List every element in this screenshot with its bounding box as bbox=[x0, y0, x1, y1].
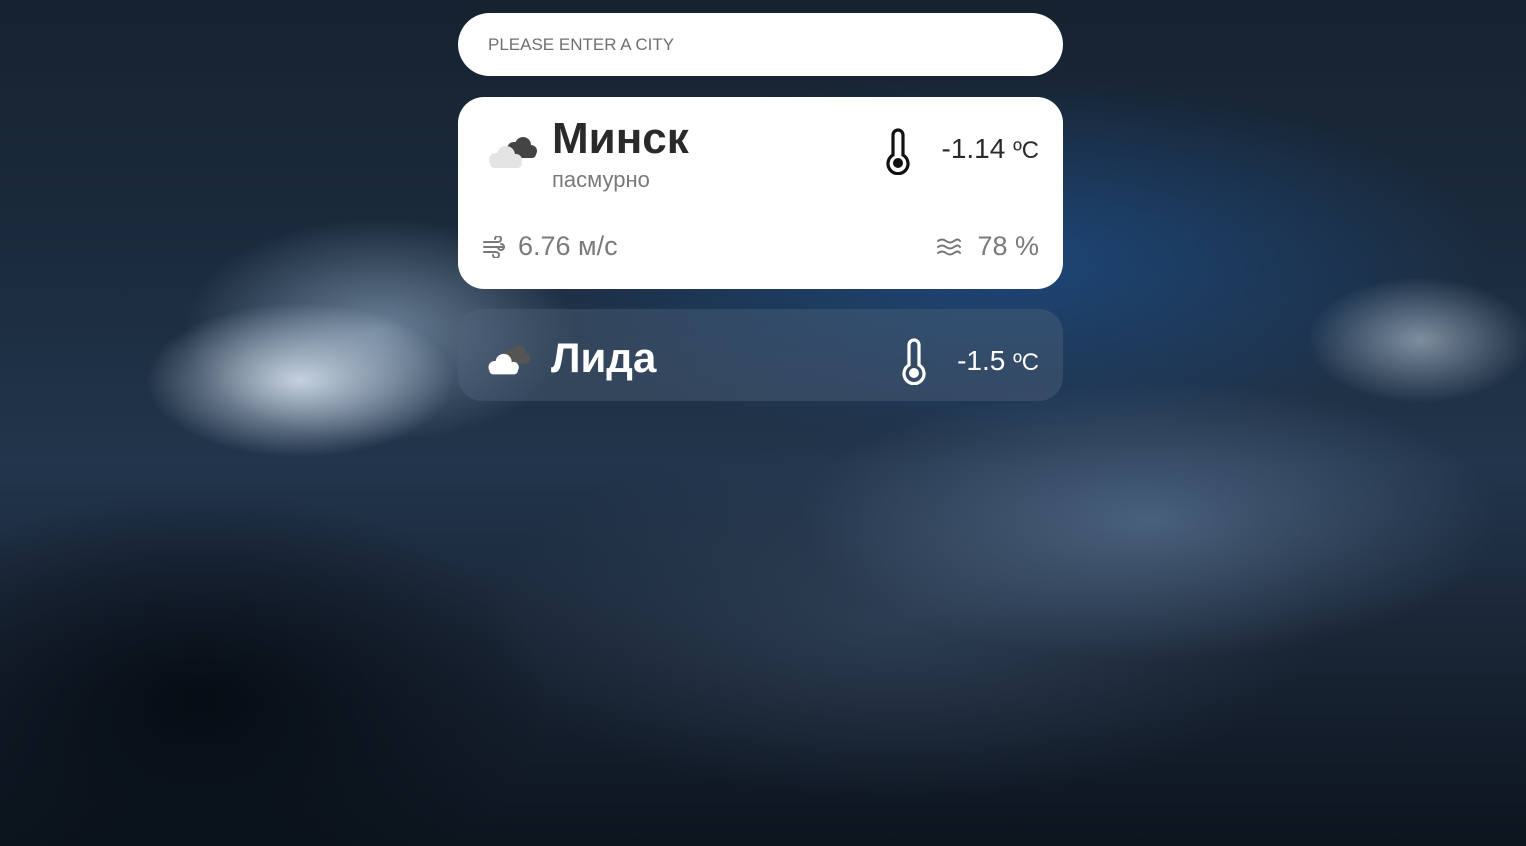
temperature: -1.5 ºC bbox=[957, 345, 1039, 376]
weather-description: пасмурно bbox=[552, 167, 650, 192]
city-name: Минск bbox=[552, 114, 689, 163]
weather-card[interactable]: Лида -1.5 ºC bbox=[458, 309, 1063, 401]
thermometer-icon bbox=[902, 338, 926, 385]
weather-app: Минск пасмурно -1.14 ºC 6.76 м/с 78 % bbox=[458, 13, 1063, 401]
city-search-input[interactable] bbox=[458, 13, 1063, 76]
wind-speed: 6.76 м/с bbox=[518, 231, 618, 261]
city-name: Лида bbox=[551, 334, 657, 381]
weather-card-selected[interactable]: Минск пасмурно -1.14 ºC 6.76 м/с 78 % bbox=[458, 97, 1063, 289]
thermometer-icon bbox=[886, 128, 910, 175]
humidity: 78 % bbox=[977, 231, 1039, 261]
overcast-cloud-icon bbox=[488, 345, 531, 375]
humidity-icon bbox=[937, 238, 961, 256]
overcast-cloud-icon bbox=[489, 137, 537, 168]
wind-icon bbox=[483, 236, 505, 258]
temperature: -1.14 ºC bbox=[941, 133, 1040, 164]
